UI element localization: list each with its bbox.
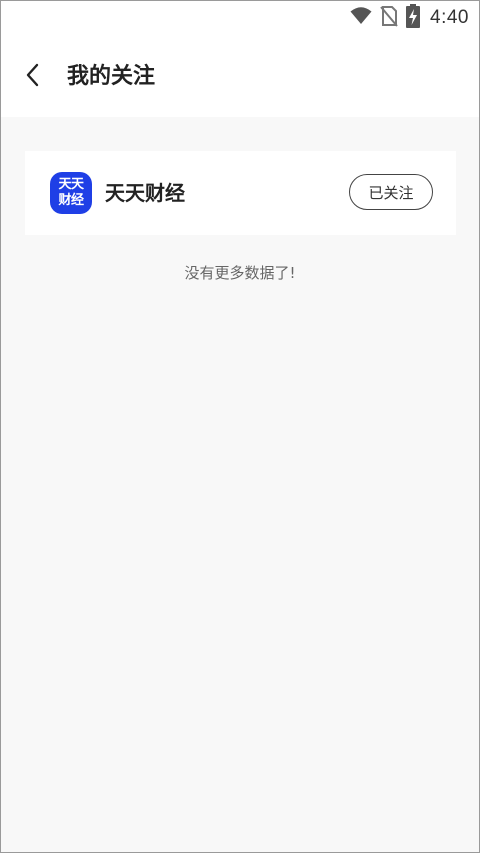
app-screen: 4:40 我的关注 天天 财经 天天财经 已关注 没有更多数据了! <box>0 0 480 853</box>
battery-charging-icon <box>406 4 421 32</box>
logo-text-line2: 财经 <box>58 193 84 208</box>
no-sim-icon <box>380 5 398 31</box>
status-icons: 4:40 <box>350 4 469 32</box>
account-name: 天天财经 <box>105 181 185 205</box>
page-title: 我的关注 <box>67 64 156 89</box>
account-logo: 天天 财经 <box>50 172 92 214</box>
back-button[interactable] <box>15 59 51 95</box>
chevron-left-icon <box>25 63 41 91</box>
followed-button[interactable]: 已关注 <box>349 174 433 210</box>
follow-list-item[interactable]: 天天 财经 天天财经 已关注 <box>25 151 456 235</box>
wifi-icon <box>350 6 372 30</box>
header-bar: 我的关注 <box>1 35 479 117</box>
status-time: 4:40 <box>430 7 469 28</box>
logo-text-line1: 天天 <box>58 177 84 192</box>
status-bar: 4:40 <box>1 1 479 35</box>
no-more-data-text: 没有更多数据了! <box>184 264 296 282</box>
